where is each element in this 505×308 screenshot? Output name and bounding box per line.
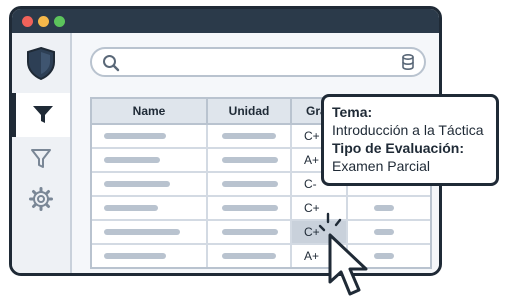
tipo-evaluacion-value: Examen Parcial	[332, 158, 431, 174]
minimize-window-button[interactable]	[38, 16, 49, 27]
unidad-cell	[208, 125, 292, 147]
name-placeholder	[104, 181, 170, 187]
filter-outline-icon	[31, 149, 51, 168]
name-placeholder	[104, 229, 180, 235]
unidad-placeholder	[222, 229, 278, 235]
unidad-cell	[208, 173, 292, 195]
unidad-placeholder	[222, 181, 278, 187]
database-icon[interactable]	[402, 54, 414, 70]
unidad-cell	[208, 221, 292, 243]
sidebar	[12, 33, 72, 273]
tema-value: Introducción a la Táctica	[332, 122, 484, 138]
extra-placeholder	[374, 205, 394, 211]
sidebar-item-filter-outline[interactable]	[12, 137, 70, 181]
column-header-unidad[interactable]: Unidad	[208, 99, 292, 123]
sidebar-item-shield[interactable]	[12, 41, 70, 85]
sidebar-item-filter[interactable]	[12, 93, 70, 137]
column-header-name[interactable]: Name	[92, 99, 208, 123]
name-placeholder	[104, 133, 166, 139]
unidad-cell	[208, 197, 292, 219]
info-tooltip: Tema: Introducción a la Táctica Tipo de …	[321, 94, 499, 186]
name-placeholder	[104, 205, 158, 211]
name-cell	[92, 125, 208, 147]
unidad-placeholder	[222, 253, 276, 259]
maximize-window-button[interactable]	[54, 16, 65, 27]
search-bar[interactable]	[90, 47, 426, 77]
sidebar-item-settings[interactable]	[12, 177, 70, 221]
gear-icon	[29, 187, 53, 211]
unidad-placeholder	[222, 157, 278, 163]
filter-icon	[33, 106, 53, 123]
unidad-cell	[208, 245, 292, 267]
shield-icon	[27, 46, 55, 80]
close-window-button[interactable]	[22, 16, 33, 27]
page: Name Unidad Grad C+ A+ C- C+ C+ A+ Tema:…	[0, 0, 505, 308]
name-placeholder	[104, 253, 166, 259]
tema-label: Tema:	[332, 104, 373, 120]
name-cell	[92, 245, 208, 267]
name-cell	[92, 149, 208, 171]
search-icon	[103, 55, 120, 72]
title-bar	[12, 9, 439, 33]
table-row[interactable]: C+	[92, 197, 430, 221]
name-cell	[92, 173, 208, 195]
unidad-cell	[208, 149, 292, 171]
name-placeholder	[104, 157, 160, 163]
tipo-evaluacion-label: Tipo de Evaluación:	[332, 140, 464, 156]
extra-cell	[348, 197, 430, 219]
unidad-placeholder	[222, 133, 276, 139]
search-input[interactable]	[128, 53, 382, 73]
pointer-cursor-icon	[328, 233, 368, 296]
unidad-placeholder	[222, 205, 278, 211]
name-cell	[92, 221, 208, 243]
name-cell	[92, 197, 208, 219]
